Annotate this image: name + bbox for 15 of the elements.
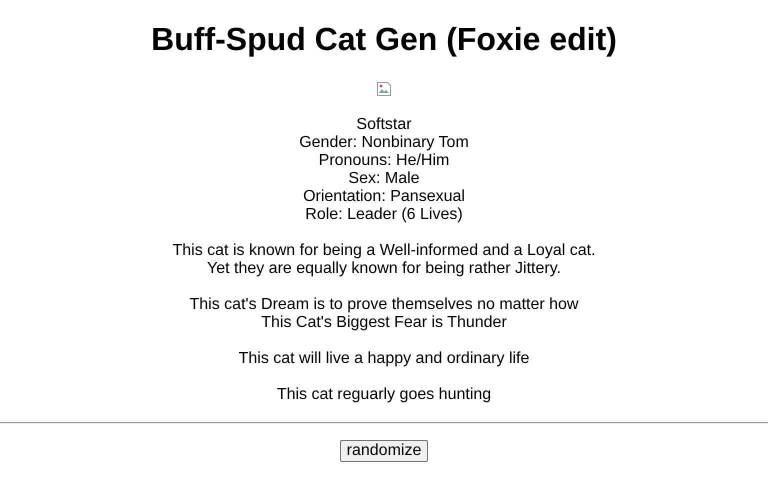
text-line: This cat is known for being a Well-informed and a Loyal cat. [172, 242, 596, 260]
text-line: Role: Leader (6 Lives) [305, 206, 463, 224]
text-line: Gender: Nonbinary Tom [299, 134, 469, 152]
page-title: Buff-Spud Cat Gen (Foxie edit) [150, 21, 618, 58]
text-line: This cat will live a happy and ordinary life [238, 350, 530, 368]
text-line: This cat reguarly goes hunting [276, 386, 492, 404]
randomize-button[interactable]: randomize [340, 440, 428, 462]
text-line: This Cat's Biggest Fear is Thunder [261, 314, 507, 332]
text-line: Yet they are equally known for being rather Jittery. [207, 260, 561, 278]
text-line: Orientation: Pansexual [303, 188, 465, 206]
text-line: This cat's Dream is to prove themselves no matter how [190, 296, 578, 314]
text-line: Sex: Male [348, 170, 420, 188]
broken-image-icon [376, 81, 392, 97]
text-line: Pronouns: He/Him [318, 152, 450, 170]
text-line: Softstar [356, 116, 412, 134]
